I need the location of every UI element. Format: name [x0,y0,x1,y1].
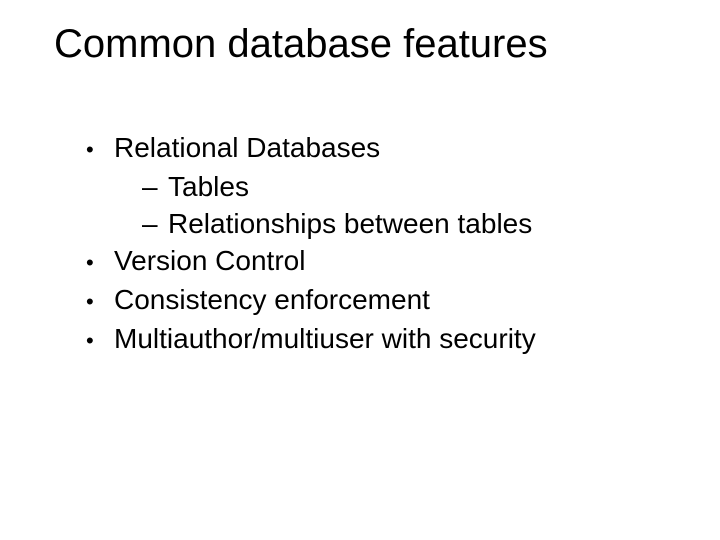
bullet-dot-icon: • [80,282,114,319]
bullet-text: Consistency enforcement [114,282,660,317]
bullet-item: • Relational Databases [80,130,660,167]
sub-bullet-text: Relationships between tables [168,206,660,241]
dash-icon: – [142,206,168,241]
bullet-text: Version Control [114,243,660,278]
bullet-item: • Version Control [80,243,660,280]
slide: Common database features • Relational Da… [0,0,720,540]
bullet-dot-icon: • [80,321,114,358]
sub-bullet-text: Tables [168,169,660,204]
slide-title: Common database features [54,22,548,67]
bullet-text: Relational Databases [114,130,660,165]
bullet-item: • Consistency enforcement [80,282,660,319]
bullet-item: • Multiauthor/multiuser with security [80,321,660,358]
bullet-text: Multiauthor/multiuser with security [114,321,660,356]
slide-body: • Relational Databases – Tables – Relati… [80,130,660,360]
sub-bullet-item: – Relationships between tables [142,206,660,241]
sub-bullet-item: – Tables [142,169,660,204]
dash-icon: – [142,169,168,204]
bullet-dot-icon: • [80,243,114,280]
bullet-dot-icon: • [80,130,114,167]
